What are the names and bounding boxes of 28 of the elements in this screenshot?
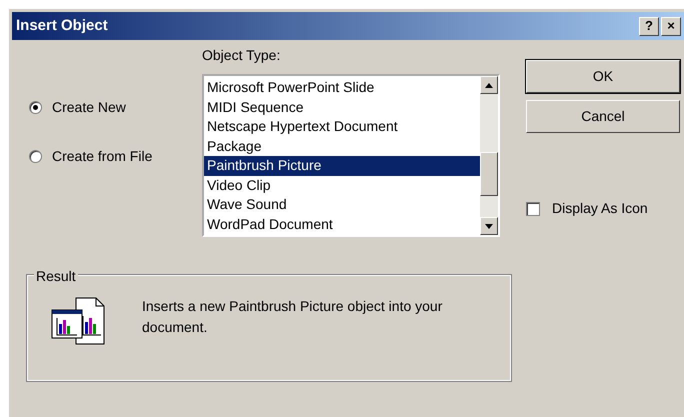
up-arrow-icon (485, 82, 493, 88)
list-item[interactable]: Video Clip (204, 176, 480, 195)
radio-button[interactable] (29, 150, 42, 163)
close-button[interactable]: × (661, 16, 681, 36)
ok-button[interactable]: OK (526, 60, 680, 93)
list-item[interactable]: MIDI Sequence (204, 98, 480, 117)
result-description: Inserts a new Paintbrush Picture object into your document. (142, 297, 444, 337)
help-button[interactable]: ? (639, 16, 659, 36)
object-type-list[interactable]: Microsoft PowerPoint Slide MIDI Sequence Netscape Hypertext Document Package Paintbrush Picture Video Clip Wave Sound WordPad Document (202, 74, 500, 237)
scroll-up-button[interactable] (480, 76, 498, 94)
radio-button[interactable] (29, 101, 42, 114)
radio-label: Create from File (52, 147, 152, 166)
list-item[interactable]: Paintbrush Picture (204, 156, 480, 176)
scroll-down-button[interactable] (480, 217, 498, 235)
checkbox-label: Display As Icon (552, 199, 648, 218)
scrollbar[interactable] (480, 76, 498, 235)
scroll-thumb[interactable] (480, 152, 498, 196)
list-item[interactable]: Microsoft PowerPoint Slide (204, 78, 480, 98)
list-item[interactable]: Package (204, 136, 480, 156)
radio-label: Create New (52, 98, 126, 117)
cancel-button[interactable]: Cancel (526, 100, 680, 133)
down-arrow-icon (485, 224, 493, 228)
list-item[interactable]: WordPad Document (204, 214, 480, 234)
window-title: Insert Object (16, 16, 108, 36)
list-item[interactable]: Wave Sound (204, 195, 480, 214)
list-item[interactable]: Netscape Hypertext Document (204, 117, 480, 136)
object-type-label: Object Type: (202, 46, 282, 65)
checkbox[interactable] (526, 202, 540, 216)
